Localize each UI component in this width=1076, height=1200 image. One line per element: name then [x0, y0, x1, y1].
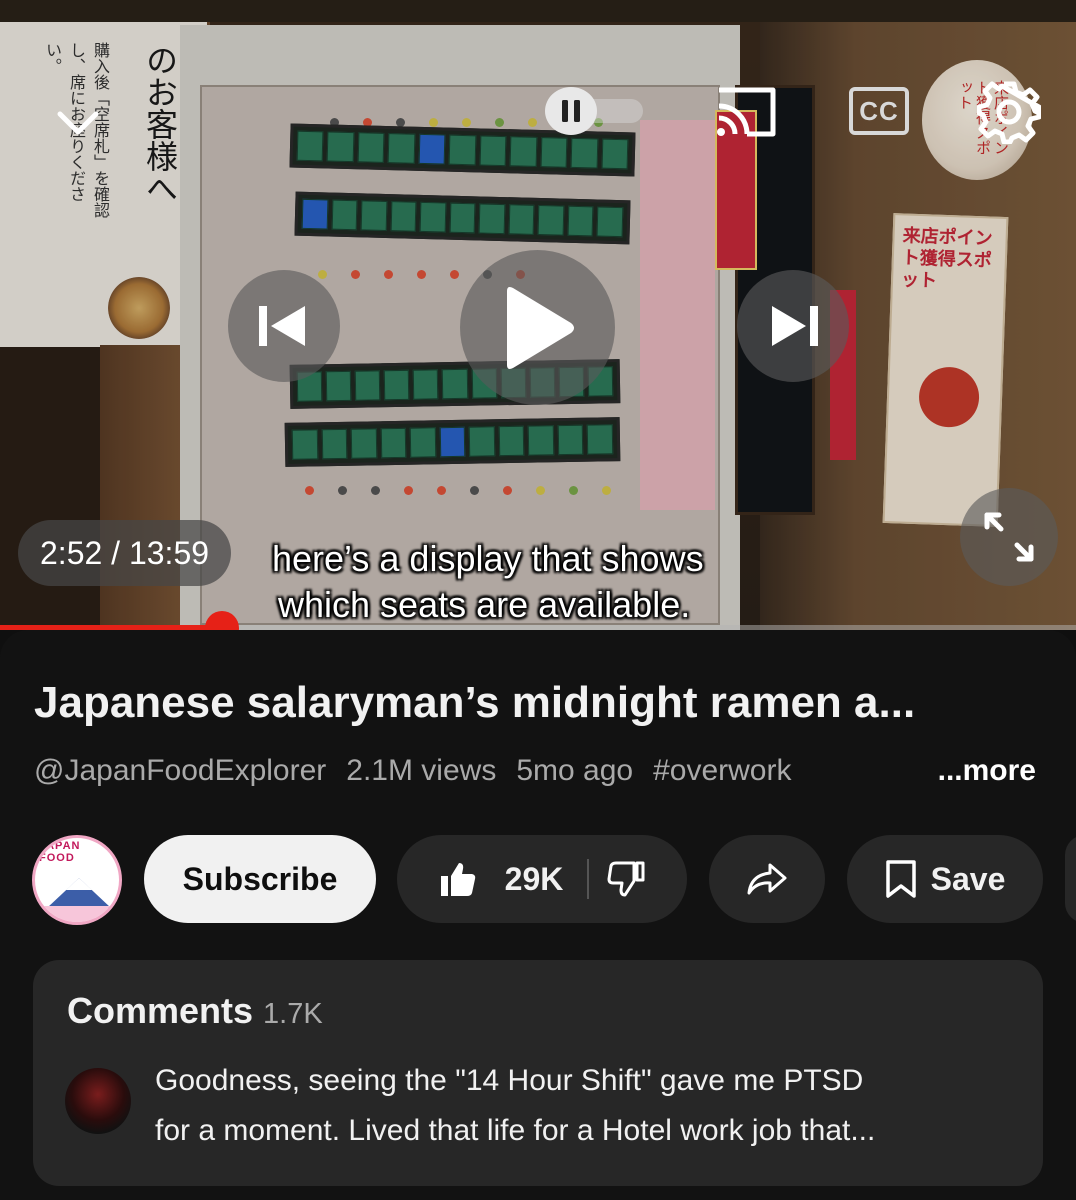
previous-button[interactable]	[228, 270, 340, 382]
view-count: 2.1M views	[346, 754, 497, 787]
video-meta[interactable]: @JapanFoodExplorer 2.1M views 5mo ago #o…	[34, 754, 1044, 798]
play-icon	[506, 286, 574, 369]
play-button[interactable]	[460, 250, 615, 405]
comments-section[interactable]: Comments 1.7K Goodness, seeing the "14 Ho…	[33, 960, 1043, 1186]
cast-button[interactable]	[710, 82, 782, 142]
action-bar: JAPAN FOOD Subscribe 29K Save	[0, 830, 1076, 930]
comments-count: 1.7K	[263, 998, 323, 1030]
settings-button[interactable]	[975, 78, 1043, 146]
next-icon	[772, 306, 818, 346]
caption-line: here’s a display that shows	[272, 538, 704, 579]
cc-icon: CC	[849, 87, 909, 135]
video-info-panel: Japanese salaryman’s midnight ramen a...…	[0, 630, 1076, 1200]
autoplay-knob	[545, 87, 597, 135]
info-sheet: Japanese salaryman’s midnight ramen a...…	[0, 630, 1076, 1200]
save-button[interactable]: Save	[847, 835, 1043, 923]
fullscreen-icon	[984, 512, 1034, 562]
like-count: 29K	[504, 860, 564, 897]
settings-gear-icon	[977, 81, 1041, 144]
commenter-avatar[interactable]	[65, 1068, 131, 1134]
share-button[interactable]	[709, 835, 825, 923]
cast-icon	[717, 87, 776, 137]
chevron-down-icon	[57, 111, 99, 135]
bookmark-icon	[885, 860, 916, 898]
channel-avatar[interactable]: JAPAN FOOD	[32, 835, 122, 925]
thumbs-down-icon	[607, 861, 645, 897]
like-button[interactable]: 29K	[439, 860, 564, 898]
more-button[interactable]: ...more	[933, 754, 1036, 788]
upload-age: 5mo ago	[516, 754, 634, 787]
video-title[interactable]: Japanese salaryman’s midnight ramen a...	[34, 678, 1044, 728]
thumbs-up-icon	[440, 863, 475, 896]
mountain-snowcap	[66, 878, 92, 890]
meta-fade	[854, 754, 924, 798]
next-button[interactable]	[737, 270, 849, 382]
captions-button[interactable]: CC	[848, 86, 910, 136]
comments-title: Comments	[67, 990, 254, 1031]
more-actions-button[interactable]	[1065, 835, 1076, 923]
fullscreen-button[interactable]	[960, 488, 1058, 586]
share-icon	[747, 863, 787, 895]
top-comment-text[interactable]: Goodness, seeing the "14 Hour Shift" gav…	[155, 1056, 1015, 1156]
previous-icon	[259, 306, 305, 346]
minimize-button[interactable]	[50, 95, 106, 151]
caption-line: which seats are available.	[278, 584, 691, 625]
avatar-logo-text: JAPAN FOOD	[39, 840, 81, 864]
dislike-button[interactable]	[607, 860, 645, 898]
avatar-logo-base	[35, 906, 119, 922]
subtitle-caption: here’s a display that shows which seats …	[272, 536, 872, 628]
like-divider	[587, 859, 590, 899]
hashtag-link[interactable]: #overwork	[653, 754, 791, 798]
pause-icon	[562, 100, 580, 122]
like-dislike-group: 29K	[397, 835, 687, 923]
time-display: 2:52 / 13:59	[18, 520, 232, 586]
channel-handle[interactable]: @JapanFoodExplorer	[34, 754, 326, 798]
subscribe-button[interactable]: Subscribe	[144, 835, 376, 923]
video-player[interactable]: のお客様へ 購入後「空席札」を確認し、席にお座りください。 来店ポイント獲得スポ…	[0, 0, 1076, 630]
comment-line: Goodness, seeing the "14 Hour Shift" gav…	[155, 1064, 864, 1097]
comment-line: for a moment. Lived that life for a Hote…	[155, 1114, 876, 1147]
save-label: Save	[930, 860, 1006, 897]
comments-header: Comments 1.7K	[67, 990, 323, 1032]
autoplay-toggle[interactable]	[545, 87, 645, 135]
